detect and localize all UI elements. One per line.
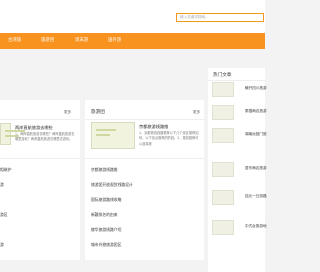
panel-title: 热门文章 [213, 73, 232, 78]
divider [85, 119, 204, 120]
left-panel: 更多 两岸直航旅游去哪些 1、两岸直航旅游去哪些？两岸直航旅游去哪里游玩？两岸直… [0, 100, 80, 260]
list-item[interactable]: 国际旅游路线攻略 [91, 197, 121, 203]
article-thumbnail[interactable] [212, 162, 234, 177]
article-link[interactable]: 泰国两边旅游 [245, 109, 267, 114]
nav-item-taiwan[interactable]: 台湾旅 [8, 33, 21, 49]
search-input[interactable]: 输入关键词搜索... [176, 13, 264, 22]
feature-thumbnail[interactable] [91, 122, 135, 149]
feature-summary: 1、两岸直航旅游去哪些？两岸直航旅游去哪里游玩？两岸直航旅游去哪里去游玩。 [15, 132, 75, 142]
list-item[interactable]: 相继护 [0, 167, 11, 173]
divider [0, 158, 80, 159]
article-thumbnail[interactable] [212, 82, 234, 97]
hot-articles-panel: 热门文章 毓开四川旅游 泰国两边旅游 湖南远回门旅 居东两边旅游 结元一日游路 … [208, 68, 267, 272]
list-item[interactable]: 新疆排名的由来 [91, 212, 118, 218]
top-header: 输入关键词搜索... [0, 0, 265, 33]
list-item[interactable]: 赫华旅游线路介绍 [91, 227, 121, 233]
article-thumbnail[interactable] [212, 128, 234, 143]
list-item[interactable]: 京都旅游线路推 [91, 167, 118, 173]
tour-group-panel: 旅游团 更多 京都旅游线路推 1、京都旅游线路推荐以下几个景区推荐如何，以下景点… [85, 100, 204, 260]
article-link[interactable]: 结元一日游路 [245, 194, 267, 199]
more-link[interactable]: 更多 [64, 110, 71, 115]
feature-thumbnail[interactable] [0, 123, 25, 145]
article-link[interactable]: 中式台旅游地 [245, 224, 267, 229]
list-item[interactable]: 游区 [0, 212, 8, 218]
feature-title[interactable]: 两岸直航旅游去哪些 [15, 125, 53, 131]
article-link[interactable]: 毓开四川旅游 [245, 86, 267, 91]
more-link[interactable]: 更多 [193, 110, 200, 115]
article-link[interactable]: 居东两边旅游 [245, 166, 267, 171]
feature-summary: 1、京都旅游线路推荐以下几个景区推荐如何，以下景点推荐的的线。2、旅游推荐可以选… [139, 131, 199, 146]
list-item[interactable]: 旅游团开放观赏线路设计 [91, 182, 133, 188]
list-item[interactable]: 游 [0, 242, 4, 248]
divider [0, 119, 80, 120]
divider [85, 158, 204, 159]
divider [208, 80, 265, 81]
nav-item-tour-group[interactable]: 旅游团 [41, 33, 54, 49]
main-nav: 台湾旅 旅游团 周末游 国外游 [0, 33, 265, 49]
nav-item-abroad[interactable]: 国外游 [108, 33, 121, 49]
article-thumbnail[interactable] [212, 105, 234, 120]
panel-title: 旅游团 [91, 110, 105, 115]
nav-item-weekend[interactable]: 周末游 [75, 33, 88, 49]
article-thumbnail[interactable] [212, 220, 234, 235]
list-item[interactable]: 游 [0, 182, 4, 188]
list-item[interactable]: 城市外旅旅游团区 [91, 242, 121, 248]
article-link[interactable]: 湖南远回门旅 [245, 132, 267, 137]
feature-title[interactable]: 京都旅游线路推 [139, 124, 168, 130]
article-thumbnail[interactable] [212, 190, 234, 205]
